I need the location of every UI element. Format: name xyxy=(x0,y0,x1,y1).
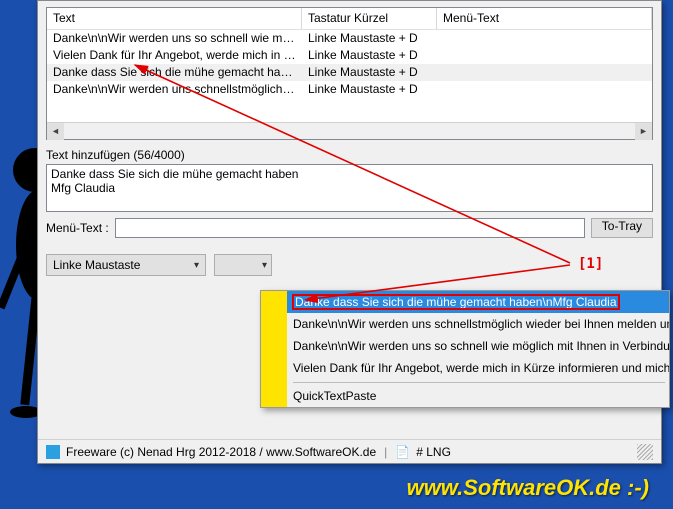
menu-gutter-icon xyxy=(261,335,287,357)
text-listview[interactable]: Text Tastatur Kürzel Menü-Text Danke\n\n… xyxy=(46,7,653,140)
menu-gutter-icon xyxy=(261,291,287,313)
menu-item[interactable]: Danke\n\nWir werden uns so schnell wie m… xyxy=(261,335,669,357)
status-bar: Freeware (c) Nenad Hrg 2012-2018 / www.S… xyxy=(38,439,661,463)
status-language-link[interactable]: # LNG xyxy=(416,445,451,459)
scroll-right-icon[interactable]: ► xyxy=(635,123,652,140)
hotkey-mouse-combo[interactable]: Linke Maustaste ▾ xyxy=(46,254,206,276)
table-row[interactable]: Danke dass Sie sich die mühe gemacht hab… xyxy=(47,64,652,81)
column-header-text[interactable]: Text xyxy=(47,8,302,29)
menu-item[interactable]: Danke\n\nWir werden uns schnellstmöglich… xyxy=(261,313,669,335)
table-row[interactable]: Danke\n\nWir werden uns schnellstmöglich… xyxy=(47,81,652,98)
add-text-label: Text hinzufügen (56/4000) xyxy=(46,146,653,164)
footer-url: www.SoftwareOK.de :-) xyxy=(407,475,649,501)
column-header-keyboard[interactable]: Tastatur Kürzel xyxy=(302,8,437,29)
add-text-textarea[interactable]: Danke dass Sie sich die mühe gemacht hab… xyxy=(46,164,653,212)
listview-body: Danke\n\nWir werden uns so schnell wie m… xyxy=(47,30,652,122)
scroll-left-icon[interactable]: ◄ xyxy=(47,123,64,140)
table-row[interactable]: Danke\n\nWir werden uns so schnell wie m… xyxy=(47,30,652,47)
menu-text-label: Menü-Text : xyxy=(46,221,109,235)
hotkey-key-combo[interactable]: ▾ xyxy=(214,254,272,276)
menu-item[interactable]: Vielen Dank für Ihr Angebot, werde mich … xyxy=(261,357,669,379)
menu-item-appname[interactable]: QuickTextPaste xyxy=(261,385,669,407)
horizontal-scrollbar[interactable]: ◄ ► xyxy=(47,122,652,139)
resize-grip-icon[interactable] xyxy=(637,444,653,460)
table-row[interactable]: Vielen Dank für Ihr Angebot, werde mich … xyxy=(47,47,652,64)
app-icon xyxy=(46,445,60,459)
column-header-menutext[interactable]: Menü-Text xyxy=(437,8,652,29)
chevron-down-icon: ▾ xyxy=(262,260,267,271)
status-freeware-text: Freeware (c) Nenad Hrg 2012-2018 / www.S… xyxy=(66,445,376,459)
menu-text-input[interactable] xyxy=(115,218,585,238)
chevron-down-icon: ▾ xyxy=(194,260,199,271)
menu-gutter-icon xyxy=(261,357,287,379)
listview-header: Text Tastatur Kürzel Menü-Text xyxy=(47,8,652,30)
to-tray-button[interactable]: To-Tray xyxy=(591,218,653,238)
annotation-label: [1] xyxy=(578,256,603,272)
context-menu: Danke dass Sie sich die mühe gemacht hab… xyxy=(260,290,670,408)
menu-gutter-icon xyxy=(261,313,287,335)
menu-gutter-icon xyxy=(261,385,287,407)
menu-item[interactable]: Danke dass Sie sich die mühe gemacht hab… xyxy=(261,291,669,313)
